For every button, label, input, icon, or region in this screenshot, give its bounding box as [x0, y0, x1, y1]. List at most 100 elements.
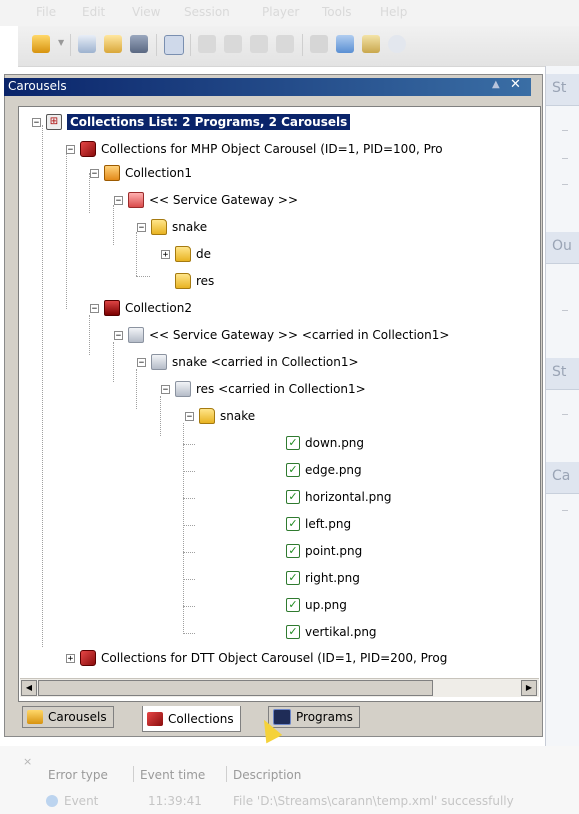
- collapse-icon[interactable]: −: [66, 144, 75, 154]
- collapse-icon[interactable]: −: [114, 195, 123, 205]
- tab-carousels-label: Carousels: [48, 710, 107, 724]
- collapse-icon[interactable]: −: [90, 168, 99, 178]
- tree-item-carousel-mhp[interactable]: − Collections for MHP Object Carousel (I…: [66, 139, 443, 159]
- dropdown-arrow-icon[interactable]: ▼: [58, 38, 64, 56]
- tree-file-edge[interactable]: ✓ edge.png: [286, 460, 362, 480]
- view-icon[interactable]: [164, 35, 184, 55]
- error-row-description: File 'D:\Streams\carann\temp.xml' succes…: [233, 794, 514, 808]
- open-folder-icon[interactable]: [104, 35, 122, 53]
- collapse-icon[interactable]: −: [185, 411, 194, 421]
- carousel-icon: [80, 141, 96, 157]
- collection-icon: [104, 165, 120, 181]
- menu-session[interactable]: Session: [184, 5, 230, 19]
- tree-file-horizontal[interactable]: ✓ horizontal.png: [286, 487, 392, 507]
- tree-file-point[interactable]: ✓ point.png: [286, 541, 362, 561]
- panel-close-icon[interactable]: ✕: [510, 77, 521, 92]
- folder-icon: [151, 219, 167, 235]
- tree-file-left[interactable]: ✓ left.png: [286, 514, 351, 534]
- collapse-icon[interactable]: −: [32, 117, 41, 127]
- collapse-icon[interactable]: −: [137, 222, 146, 232]
- scroll-right-icon[interactable]: ▶: [521, 680, 537, 696]
- menu-player[interactable]: Player: [262, 5, 299, 19]
- scroll-thumb[interactable]: [38, 680, 433, 696]
- tree-item-service-gateway-1[interactable]: − << Service Gateway >>: [114, 190, 298, 210]
- tab-carousels[interactable]: Carousels: [22, 706, 114, 728]
- collapse-icon[interactable]: −: [137, 357, 146, 367]
- info-icon[interactable]: [388, 35, 406, 53]
- panel-title-bar[interactable]: [4, 78, 531, 96]
- panel-title: Carousels: [8, 79, 67, 93]
- error-row-type: Event: [64, 794, 99, 808]
- tree-item-carousel-dtt[interactable]: + Collections for DTT Object Carousel (I…: [66, 648, 447, 668]
- tree-item-label: down.png: [305, 436, 365, 450]
- tree-file-vertikal[interactable]: ✓ vertikal.png: [286, 622, 377, 642]
- tree-item-label: edge.png: [305, 463, 362, 477]
- collection-icon: [104, 300, 120, 316]
- carousel-tool-icon[interactable]: [32, 35, 50, 53]
- menu-view[interactable]: View: [132, 5, 160, 19]
- tree-file-down[interactable]: ✓ down.png: [286, 433, 364, 453]
- tree-file-right[interactable]: ✓ right.png: [286, 568, 360, 588]
- tree-item-label: point.png: [305, 544, 363, 558]
- player-icon[interactable]: [362, 35, 380, 53]
- collapse-icon[interactable]: −: [114, 330, 123, 340]
- tab-collections[interactable]: Collections: [142, 706, 241, 732]
- globe-icon[interactable]: [336, 35, 354, 53]
- error-list-close-icon[interactable]: ×: [23, 755, 32, 768]
- tab-programs[interactable]: Programs: [268, 706, 360, 728]
- column-header-error-type[interactable]: Error type: [48, 768, 108, 782]
- tree-root-label: Collections List: 2 Programs, 2 Carousel…: [67, 114, 351, 130]
- save-icon[interactable]: [130, 35, 148, 53]
- folder-icon: [175, 273, 191, 289]
- folder-icon: [199, 408, 215, 424]
- tree-item-snake-3[interactable]: − snake: [185, 406, 255, 426]
- disabled-tool-2-icon[interactable]: [224, 35, 242, 53]
- tree-item-de[interactable]: + de: [161, 244, 211, 264]
- collections-tab-icon: [147, 711, 163, 726]
- panel-minimize-icon[interactable]: ▲: [492, 79, 500, 90]
- menu-bar: File Edit View Session Player Tools Help: [0, 0, 579, 26]
- tree-item-snake-1[interactable]: − snake: [137, 217, 207, 237]
- scroll-left-icon[interactable]: ◀: [21, 680, 37, 696]
- column-header-description[interactable]: Description: [233, 768, 301, 782]
- disabled-tool-3-icon[interactable]: [250, 35, 268, 53]
- tree-item-label: Collections for DTT Object Carousel (ID=…: [101, 651, 448, 665]
- disabled-tool-4-icon[interactable]: [276, 35, 294, 53]
- file-check-icon: ✓: [286, 544, 300, 558]
- expand-icon[interactable]: +: [161, 249, 170, 259]
- properties-header-1: St: [546, 74, 579, 106]
- tree-item-snake-2[interactable]: − snake <carried in Collection1>: [137, 352, 359, 372]
- info-icon: [46, 795, 58, 807]
- tree-file-up[interactable]: ✓ up.png: [286, 595, 347, 615]
- folder-icon: [151, 354, 167, 370]
- menu-edit[interactable]: Edit: [82, 5, 105, 19]
- tree-item-label: Collection2: [125, 301, 192, 315]
- tree-item-service-gateway-2[interactable]: − << Service Gateway >> <carried in Coll…: [114, 325, 449, 345]
- tree-item-collection1[interactable]: − Collection1: [90, 163, 192, 183]
- horizontal-scrollbar[interactable]: ◀ ▶: [20, 678, 539, 697]
- folder-icon: [175, 381, 191, 397]
- column-header-event-time[interactable]: Event time: [140, 768, 205, 782]
- properties-pane: St Ou St Ca: [545, 66, 579, 746]
- tree-item-label: snake: [220, 409, 256, 423]
- tree-item-label: up.png: [305, 598, 347, 612]
- tree-item-label: snake <carried in Collection1>: [172, 355, 359, 369]
- menu-file[interactable]: File: [36, 5, 56, 19]
- new-icon[interactable]: [78, 35, 96, 53]
- tree-item-label: right.png: [305, 571, 360, 585]
- disabled-tool-1-icon[interactable]: [198, 35, 216, 53]
- file-check-icon: ✓: [286, 598, 300, 612]
- error-row-time: 11:39:41: [148, 794, 202, 808]
- network-icon[interactable]: [310, 35, 328, 53]
- menu-tools[interactable]: Tools: [322, 5, 352, 19]
- tree-item-res-2[interactable]: − res <carried in Collection1>: [161, 379, 366, 399]
- file-check-icon: ✓: [286, 436, 300, 450]
- gateway-folder-icon: [128, 192, 144, 208]
- collapse-icon[interactable]: −: [161, 384, 170, 394]
- menu-help[interactable]: Help: [380, 5, 407, 19]
- expand-icon[interactable]: +: [66, 653, 75, 663]
- tree-item-collection2[interactable]: − Collection2: [90, 298, 192, 318]
- tree-item-res-1[interactable]: res: [175, 271, 214, 291]
- tree-root[interactable]: − ⊞ Collections List: 2 Programs, 2 Caro…: [32, 112, 351, 132]
- collapse-icon[interactable]: −: [90, 303, 99, 313]
